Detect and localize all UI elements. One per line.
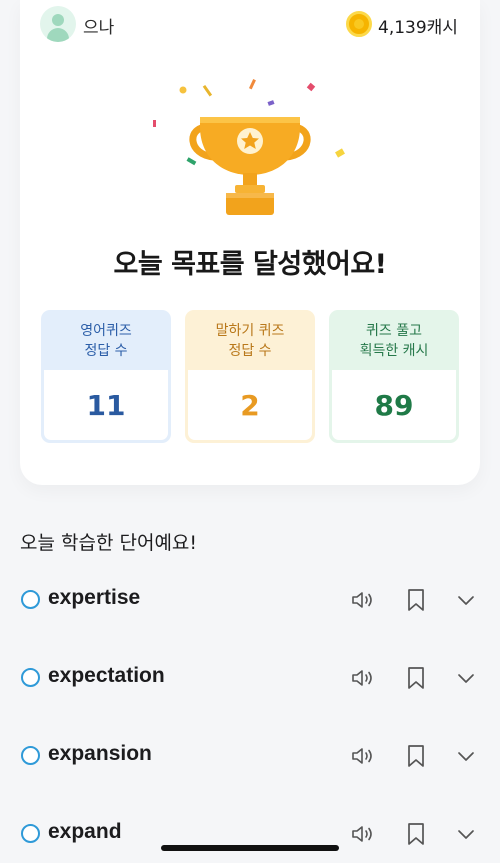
radio-icon[interactable] xyxy=(21,824,40,843)
stat-english-quiz: 영어퀴즈 정답 수 11 xyxy=(41,310,171,443)
goal-achieved-title: 오늘 목표를 달성했어요! xyxy=(113,249,387,280)
cash-balance[interactable]: 4,139캐시 xyxy=(378,13,458,38)
top-bar: 으나 4,139캐시 xyxy=(20,0,480,50)
radio-icon[interactable] xyxy=(21,668,40,687)
speaker-icon[interactable] xyxy=(350,665,376,691)
word-row[interactable]: expand xyxy=(0,809,500,859)
chevron-down-icon[interactable] xyxy=(453,821,479,847)
speaker-icon[interactable] xyxy=(350,743,376,769)
bookmark-icon[interactable] xyxy=(403,743,429,769)
home-indicator[interactable] xyxy=(161,845,339,851)
word-row[interactable]: expansion xyxy=(0,731,500,781)
chevron-down-icon[interactable] xyxy=(453,743,479,769)
bookmark-icon[interactable] xyxy=(403,587,429,613)
stat-label: 영어퀴즈 정답 수 xyxy=(80,323,132,359)
stat-value: 89 xyxy=(332,370,456,440)
trophy-icon xyxy=(153,79,345,215)
word-text: expand xyxy=(48,820,122,843)
word-row[interactable]: expectation xyxy=(0,653,500,703)
username: 으나 xyxy=(83,18,115,38)
user-avatar-icon[interactable] xyxy=(40,6,76,42)
coin-icon xyxy=(346,11,372,37)
stat-label: 말하기 퀴즈 정답 수 xyxy=(215,323,285,359)
stat-value: 11 xyxy=(44,370,168,440)
bookmark-icon[interactable] xyxy=(403,665,429,691)
stat-speaking-quiz: 말하기 퀴즈 정답 수 2 xyxy=(185,310,315,443)
stat-label: 퀴즈 풀고 획득한 캐시 xyxy=(359,323,429,359)
speaker-icon[interactable] xyxy=(350,821,376,847)
word-row[interactable]: expertise xyxy=(0,575,500,625)
bookmark-icon[interactable] xyxy=(403,821,429,847)
speaker-icon[interactable] xyxy=(350,587,376,613)
radio-icon[interactable] xyxy=(21,746,40,765)
chevron-down-icon[interactable] xyxy=(453,665,479,691)
stat-value: 2 xyxy=(188,370,312,440)
word-text: expertise xyxy=(48,586,141,609)
word-text: expectation xyxy=(48,664,165,687)
chevron-down-icon[interactable] xyxy=(453,587,479,613)
words-section-title: 오늘 학습한 단어예요! xyxy=(20,532,198,554)
radio-icon[interactable] xyxy=(21,590,40,609)
word-text: expansion xyxy=(48,742,152,765)
stat-cash-earned: 퀴즈 풀고 획득한 캐시 89 xyxy=(329,310,459,443)
